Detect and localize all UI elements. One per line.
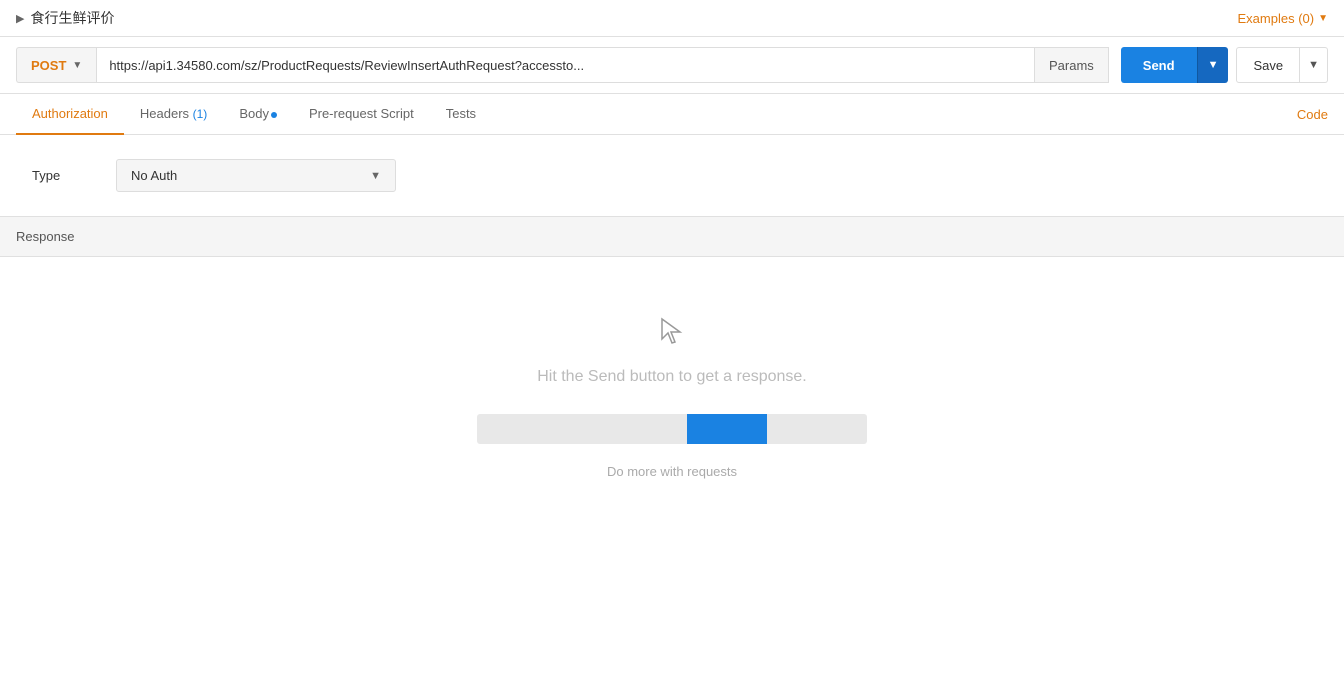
examples-button[interactable]: Examples (0) ▼ xyxy=(1238,11,1328,26)
top-bar: ▶ 食行生鲜评价 Examples (0) ▼ xyxy=(0,0,1344,37)
tab-authorization[interactable]: Authorization xyxy=(16,94,124,135)
send-dropdown-button[interactable]: ▼ xyxy=(1197,47,1229,83)
headers-badge: (1) xyxy=(193,107,208,121)
tab-pre-request-label: Pre-request Script xyxy=(309,106,414,121)
tab-headers[interactable]: Headers (1) xyxy=(124,94,223,135)
cursor-icon xyxy=(660,317,684,348)
response-label: Response xyxy=(16,229,75,244)
url-input[interactable] xyxy=(96,47,1035,83)
response-section: Response Hit the Send button to get a re… xyxy=(0,216,1344,519)
type-select-arrow-icon: ▼ xyxy=(370,170,381,182)
method-button[interactable]: POST ▼ xyxy=(16,47,96,83)
response-header: Response xyxy=(0,217,1344,257)
method-dropdown-icon: ▼ xyxy=(72,60,82,71)
type-label: Type xyxy=(32,168,92,183)
type-select[interactable]: No Auth ▼ xyxy=(116,159,396,192)
save-dropdown-icon: ▼ xyxy=(1308,59,1319,71)
collection-name: 食行生鲜评价 xyxy=(30,8,114,28)
action-bar-left xyxy=(477,414,687,444)
tab-pre-request[interactable]: Pre-request Script xyxy=(293,94,430,135)
params-button[interactable]: Params xyxy=(1035,47,1109,83)
tabs-bar: Authorization Headers (1) Body Pre-reque… xyxy=(0,94,1344,135)
save-label: Save xyxy=(1253,58,1283,73)
action-bar-right xyxy=(767,414,867,444)
tab-tests-label: Tests xyxy=(446,106,476,121)
save-dropdown-button[interactable]: ▼ xyxy=(1300,47,1328,83)
collection-expand-icon: ▶ xyxy=(16,12,24,25)
response-empty-state: Hit the Send button to get a response. D… xyxy=(0,257,1344,519)
examples-dropdown-icon: ▼ xyxy=(1318,13,1328,24)
collection-title[interactable]: ▶ 食行生鲜评价 xyxy=(16,8,114,28)
code-link-label: Code xyxy=(1297,107,1328,122)
examples-label: Examples (0) xyxy=(1238,11,1315,26)
code-link[interactable]: Code xyxy=(1297,95,1328,134)
save-button[interactable]: Save xyxy=(1236,47,1300,83)
send-button[interactable]: Send xyxy=(1121,47,1197,83)
auth-section: Type No Auth ▼ xyxy=(0,135,1344,216)
body-dot-icon xyxy=(271,112,277,118)
action-bar-mid xyxy=(687,414,767,444)
tab-authorization-label: Authorization xyxy=(32,106,108,121)
save-group: Save ▼ xyxy=(1236,47,1328,83)
send-dropdown-icon: ▼ xyxy=(1208,59,1219,71)
tab-headers-label: Headers xyxy=(140,106,193,121)
tab-body[interactable]: Body xyxy=(223,94,293,135)
tab-tests[interactable]: Tests xyxy=(430,94,492,135)
tab-body-label: Body xyxy=(239,106,269,121)
params-label: Params xyxy=(1049,58,1094,73)
method-label: POST xyxy=(31,58,66,73)
action-bars xyxy=(477,414,867,444)
type-row: Type No Auth ▼ xyxy=(32,159,1312,192)
send-group: Send ▼ xyxy=(1121,47,1229,83)
do-more-text: Do more with requests xyxy=(607,464,737,479)
type-select-value: No Auth xyxy=(131,168,177,183)
request-bar: POST ▼ Params Send ▼ Save ▼ xyxy=(0,37,1344,94)
response-hint-text: Hit the Send button to get a response. xyxy=(537,368,807,386)
send-label: Send xyxy=(1143,58,1175,73)
